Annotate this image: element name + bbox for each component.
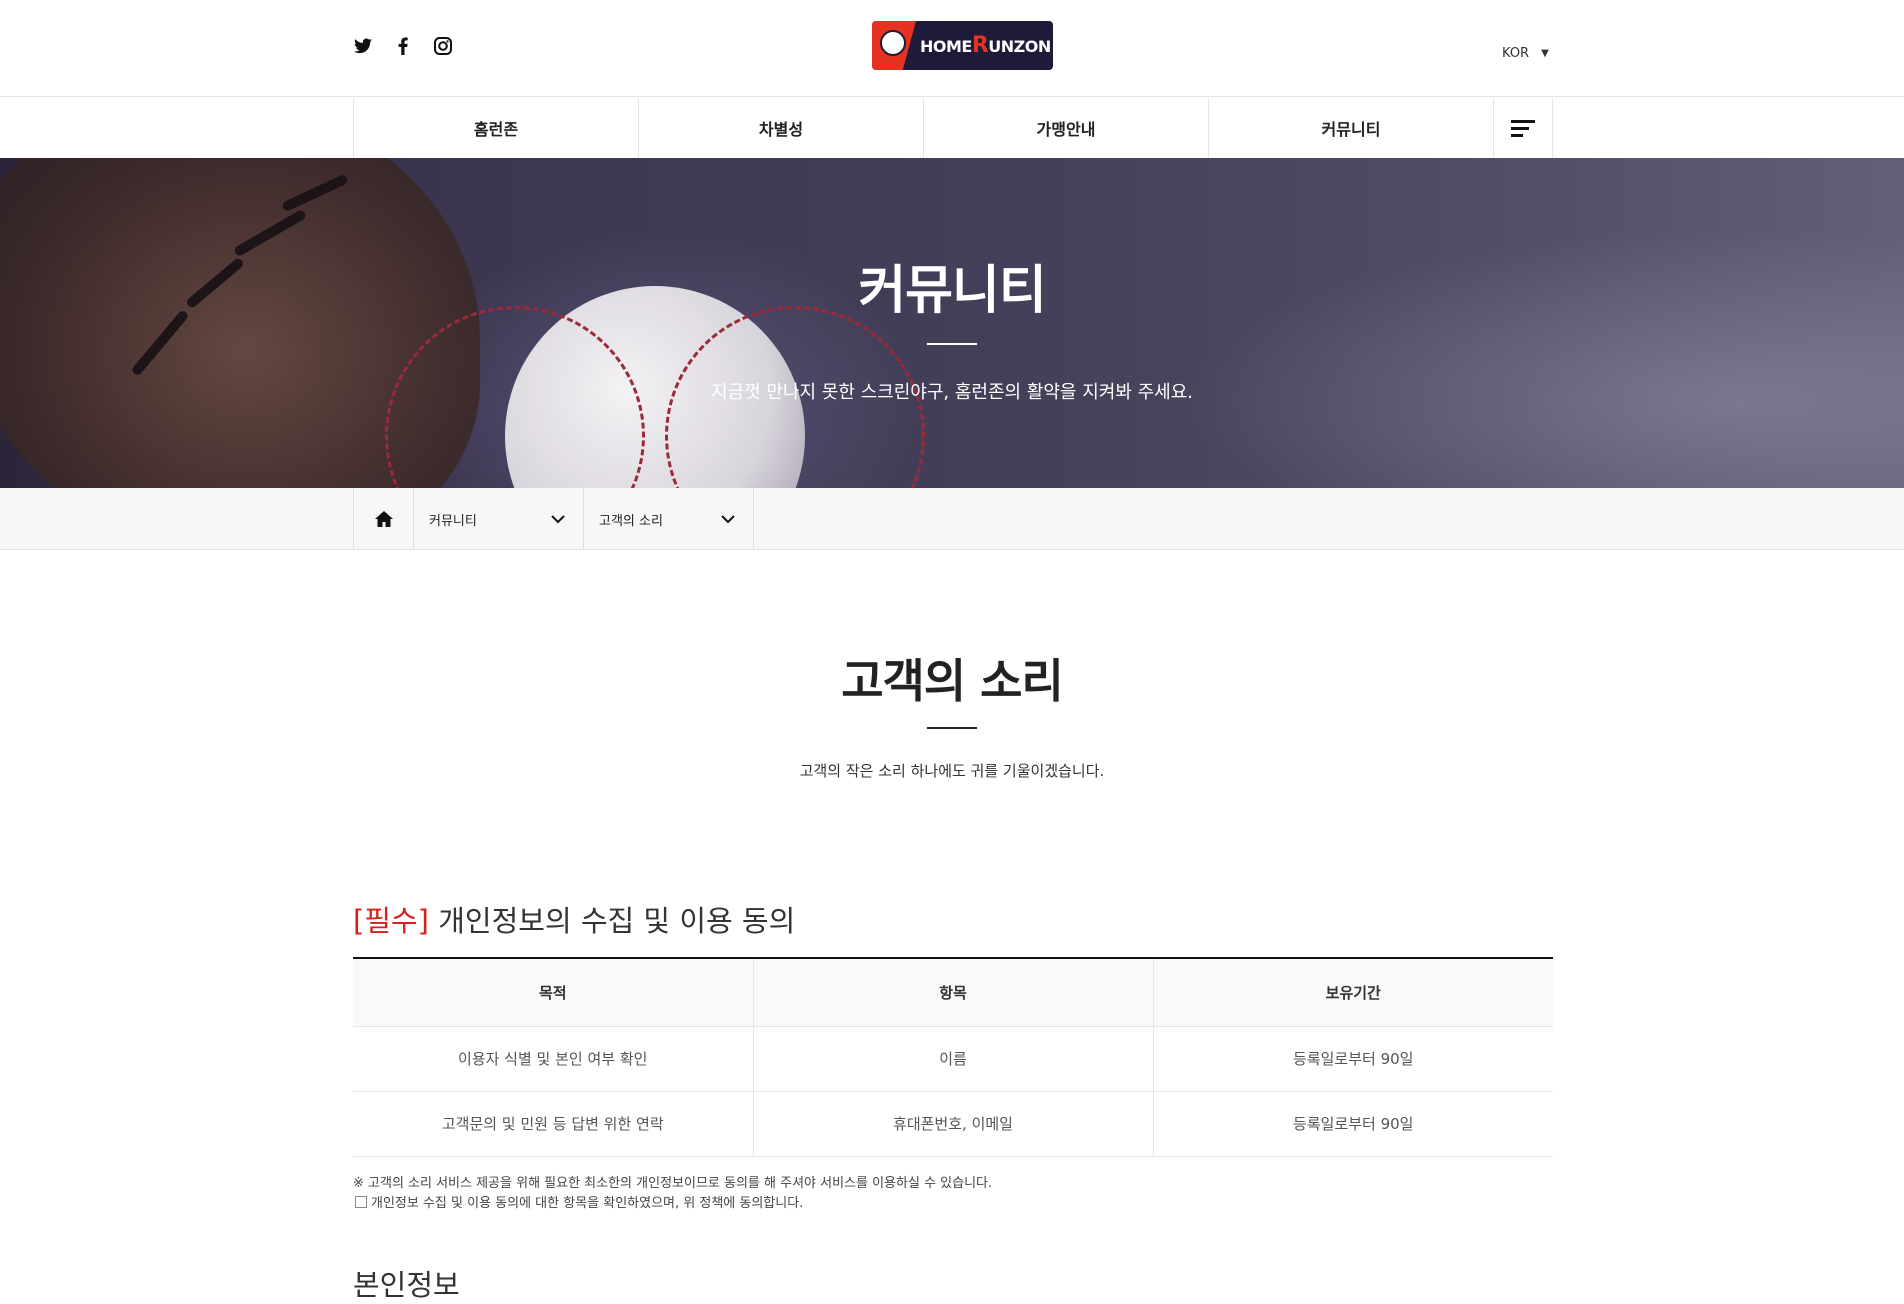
hero-title: 커뮤니티 [858, 261, 1046, 321]
twitter-icon[interactable] [353, 36, 373, 56]
privacy-note: ※ 고객의 소리 서비스 제공을 위해 필요한 최소한의 개인정보이므로 동의를… [353, 1176, 993, 1191]
breadcrumb: 커뮤니티 고객의 소리 [353, 488, 754, 550]
main-nav: 홈런존 차별성 가맹안내 커뮤니티 [353, 98, 1553, 158]
social-links [353, 36, 453, 56]
column-header-period: 보유기간 [1153, 958, 1553, 1027]
site-header: HOMERUNZON KOR ▼ [0, 0, 1904, 97]
page-title-divider [927, 727, 977, 729]
table-cell: 이용자 식별 및 본인 여부 확인 [353, 1026, 754, 1092]
nav-item-franchise[interactable]: 가맹안내 [924, 98, 1209, 158]
privacy-agree-checkbox[interactable] [355, 1195, 367, 1208]
breadcrumb-label: 고객의 소리 [599, 513, 663, 529]
chevron-down-icon [551, 514, 565, 523]
privacy-heading: [필수] 개인정보의 수집 및 이용 동의 [353, 898, 795, 940]
breadcrumb-bar: 커뮤니티 고객의 소리 [0, 488, 1904, 550]
hero-subtitle: 지금껏 만나지 못한 스크린야구, 홈런존의 활약을 지켜봐 주세요. [710, 382, 1194, 403]
column-header-item: 항목 [753, 958, 1154, 1027]
privacy-agree-row[interactable]: 개인정보 수집 및 이용 동의에 대한 항목을 확인하였으며, 위 정책에 동의… [355, 1192, 803, 1211]
nav-item-community[interactable]: 커뮤니티 [1209, 98, 1494, 158]
privacy-heading-text: 개인정보의 수집 및 이용 동의 [429, 904, 796, 938]
menu-icon [1511, 120, 1535, 137]
chevron-down-icon [721, 514, 735, 523]
page-title: 고객의 소리 [841, 654, 1064, 708]
language-label: KOR [1502, 46, 1530, 61]
hamburger-menu-button[interactable] [1494, 98, 1553, 158]
personal-info-heading: 본인정보 [353, 1268, 460, 1302]
language-selector[interactable]: KOR ▼ [1502, 46, 1549, 61]
hero-grass-texture [1084, 198, 1904, 488]
table-row: 고객문의 및 민원 등 답변 위한 연락 휴대폰번호, 이메일 등록일로부터 9… [353, 1091, 1553, 1157]
hero-banner: 커뮤니티 지금껏 만나지 못한 스크린야구, 홈런존의 활약을 지켜봐 주세요. [0, 158, 1904, 488]
page-subtitle: 고객의 작은 소리 하나에도 귀를 기울이겠습니다. [799, 762, 1105, 780]
logo-text: HOMERUNZON [920, 33, 1051, 58]
hero-divider [927, 343, 977, 345]
nav-item-homerunzon[interactable]: 홈런존 [354, 98, 639, 158]
required-tag: [필수] [353, 904, 429, 938]
table-cell: 고객문의 및 민원 등 답변 위한 연락 [353, 1091, 754, 1157]
table-header-row: 목적 항목 보유기간 [353, 958, 1553, 1027]
table-cell: 등록일로부터 90일 [1153, 1026, 1553, 1092]
column-header-purpose: 목적 [353, 958, 754, 1027]
privacy-table: 목적 항목 보유기간 이용자 식별 및 본인 여부 확인 이름 등록일로부터 9… [353, 957, 1553, 1157]
instagram-icon[interactable] [433, 36, 453, 56]
breadcrumb-dropdown-voice[interactable]: 고객의 소리 [584, 488, 754, 550]
privacy-agree-label[interactable]: 개인정보 수집 및 이용 동의에 대한 항목을 확인하였으며, 위 정책에 동의… [371, 1192, 803, 1211]
table-row: 이용자 식별 및 본인 여부 확인 이름 등록일로부터 90일 [353, 1026, 1553, 1092]
caret-down-icon: ▼ [1541, 48, 1549, 59]
homerunzon-logo[interactable]: HOMERUNZON [872, 21, 1053, 70]
home-icon [374, 511, 393, 527]
table-cell: 등록일로부터 90일 [1153, 1091, 1553, 1157]
breadcrumb-label: 커뮤니티 [429, 513, 477, 529]
breadcrumb-dropdown-community[interactable]: 커뮤니티 [414, 488, 584, 550]
logo-badge [872, 21, 916, 70]
facebook-icon[interactable] [393, 36, 413, 56]
home-button[interactable] [354, 488, 414, 550]
nav-item-differentiation[interactable]: 차별성 [639, 98, 924, 158]
table-cell: 이름 [753, 1026, 1154, 1092]
table-cell: 휴대폰번호, 이메일 [753, 1091, 1154, 1157]
